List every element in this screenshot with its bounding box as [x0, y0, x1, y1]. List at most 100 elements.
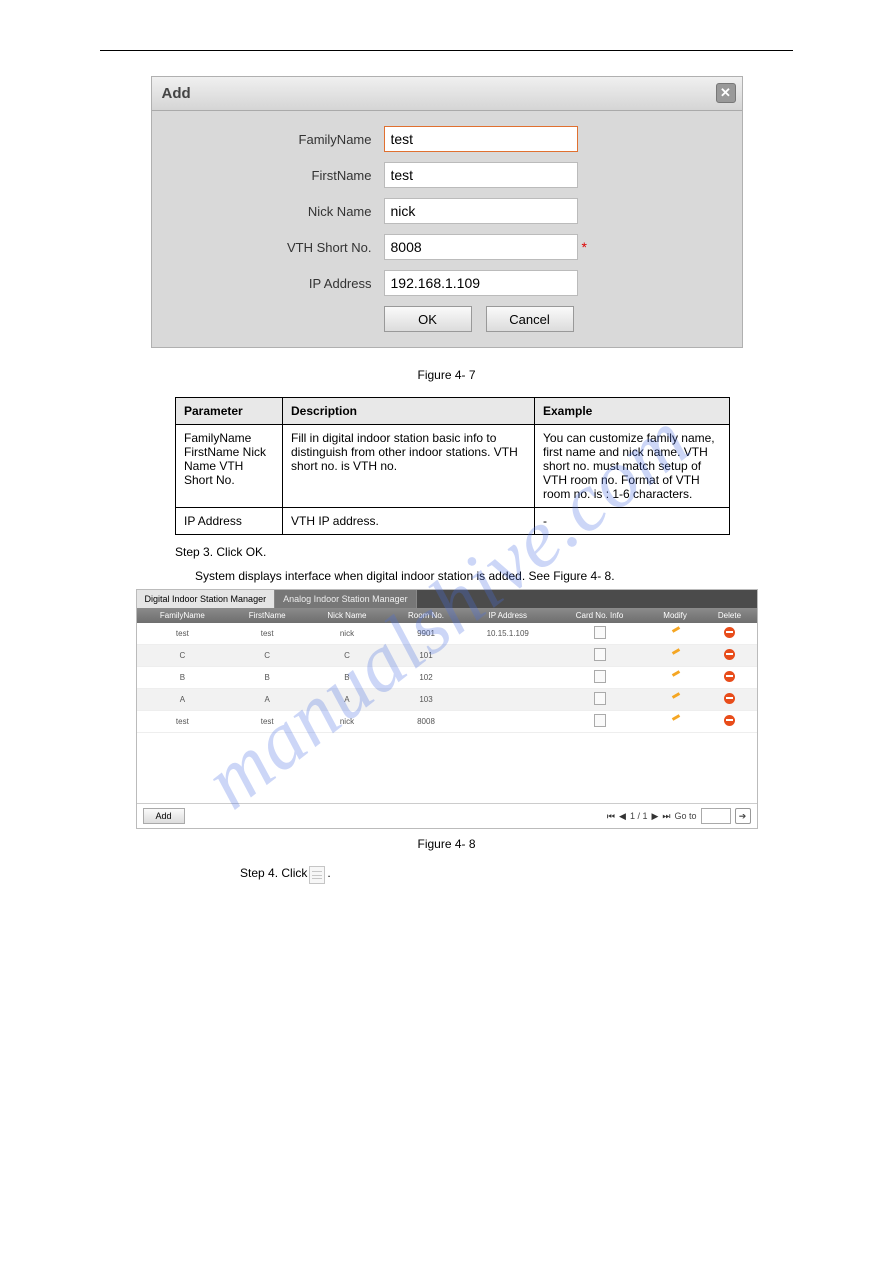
cell-delete[interactable]	[702, 667, 756, 689]
pager-goto-label: Go to	[674, 811, 696, 821]
pencil-icon[interactable]	[669, 627, 681, 638]
cell-ip: 10.15.1.109	[464, 623, 551, 645]
ok-button[interactable]: OK	[384, 306, 472, 332]
cell-card[interactable]	[551, 623, 647, 645]
input-firstname[interactable]	[384, 162, 578, 188]
dialog-title-bar: Add ✕	[152, 77, 742, 111]
cell-family: test	[137, 623, 229, 645]
cell-ip	[464, 667, 551, 689]
grid-th: IP Address	[464, 608, 551, 623]
label-vthshort: VTH Short No.	[172, 240, 384, 255]
cell-modify[interactable]	[648, 667, 703, 689]
cell-delete[interactable]	[702, 645, 756, 667]
cell-family: C	[137, 645, 229, 667]
grid-th: Card No. Info	[551, 608, 647, 623]
pager-go-button[interactable]: ➔	[735, 808, 751, 824]
cell-modify[interactable]	[648, 689, 703, 711]
pencil-icon[interactable]	[669, 693, 681, 704]
cell-delete[interactable]	[702, 623, 756, 645]
pencil-icon[interactable]	[669, 649, 681, 660]
cell-card[interactable]	[551, 689, 647, 711]
cell-room: 102	[388, 667, 464, 689]
cell-ip	[464, 645, 551, 667]
cell-card[interactable]	[551, 711, 647, 733]
pager-first-icon[interactable]: ⏮	[607, 811, 615, 822]
label-familyname: FamilyName	[172, 132, 384, 147]
pager-status: 1 / 1	[630, 811, 648, 821]
page-rule	[100, 50, 793, 51]
figure-8-caption: Figure 4- 8	[100, 837, 793, 851]
cell-first: C	[228, 645, 306, 667]
card-info-icon[interactable]	[594, 670, 606, 683]
card-step-prefix: Step 4. Click	[240, 866, 307, 880]
cell-first: test	[228, 623, 306, 645]
step3-text: Step 3. Click OK.	[175, 545, 793, 559]
cell-first: A	[228, 689, 306, 711]
cell-room: 8008	[388, 711, 464, 733]
add-button[interactable]: Add	[143, 808, 185, 824]
param-td: VTH IP address.	[283, 508, 535, 535]
grid-th: Room No.	[388, 608, 464, 623]
cell-card[interactable]	[551, 645, 647, 667]
cell-delete[interactable]	[702, 689, 756, 711]
grid-th: FamilyName	[137, 608, 229, 623]
pager-last-icon[interactable]: ⏭	[662, 811, 670, 822]
cell-delete[interactable]	[702, 711, 756, 733]
param-td: FamilyName FirstName Nick Name VTH Short…	[176, 425, 283, 508]
cell-family: A	[137, 689, 229, 711]
card-step-suffix: .	[327, 866, 330, 880]
table-row: BBB102	[137, 667, 757, 689]
input-familyname[interactable]	[384, 126, 578, 152]
card-info-icon[interactable]	[594, 648, 606, 661]
cell-family: test	[137, 711, 229, 733]
pencil-icon[interactable]	[669, 671, 681, 682]
cell-room: 103	[388, 689, 464, 711]
delete-icon[interactable]	[724, 715, 735, 726]
grid-th: Delete	[702, 608, 756, 623]
input-ipaddress[interactable]	[384, 270, 578, 296]
cell-nick: nick	[306, 711, 388, 733]
pager-prev-icon[interactable]: ◀	[619, 811, 626, 822]
pencil-icon[interactable]	[669, 715, 681, 726]
card-info-icon[interactable]	[594, 692, 606, 705]
param-td: -	[535, 508, 730, 535]
cancel-button[interactable]: Cancel	[486, 306, 574, 332]
cell-ip	[464, 711, 551, 733]
cell-modify[interactable]	[648, 623, 703, 645]
param-td: IP Address	[176, 508, 283, 535]
param-th-description: Description	[283, 398, 535, 425]
tab-digital[interactable]: Digital Indoor Station Manager	[137, 590, 276, 608]
grid-th: FirstName	[228, 608, 306, 623]
table-row: CCC101	[137, 645, 757, 667]
delete-icon[interactable]	[724, 693, 735, 704]
table-row: AAA103	[137, 689, 757, 711]
close-icon[interactable]: ✕	[716, 83, 736, 103]
cell-first: B	[228, 667, 306, 689]
label-nickname: Nick Name	[172, 204, 384, 219]
label-ipaddress: IP Address	[172, 276, 384, 291]
cell-nick: C	[306, 645, 388, 667]
cell-card[interactable]	[551, 667, 647, 689]
cell-nick: A	[306, 689, 388, 711]
pager-next-icon[interactable]: ▶	[651, 811, 658, 822]
station-manager-panel: Digital Indoor Station Manager Analog In…	[136, 589, 758, 829]
label-firstname: FirstName	[172, 168, 384, 183]
card-info-icon[interactable]	[594, 714, 606, 727]
cell-room: 101	[388, 645, 464, 667]
tab-analog[interactable]: Analog Indoor Station Manager	[275, 590, 417, 608]
required-marker: *	[582, 239, 587, 255]
grid-th: Modify	[648, 608, 703, 623]
cell-modify[interactable]	[648, 711, 703, 733]
pager-goto-input[interactable]	[701, 808, 731, 824]
figure-7-caption: Figure 4- 7	[100, 368, 793, 382]
input-nickname[interactable]	[384, 198, 578, 224]
delete-icon[interactable]	[724, 627, 735, 638]
delete-icon[interactable]	[724, 671, 735, 682]
delete-icon[interactable]	[724, 649, 735, 660]
input-vthshort[interactable]	[384, 234, 578, 260]
grid-th: Nick Name	[306, 608, 388, 623]
param-td: You can customize family name, first nam…	[535, 425, 730, 508]
cell-ip	[464, 689, 551, 711]
cell-modify[interactable]	[648, 645, 703, 667]
card-info-icon[interactable]	[594, 626, 606, 639]
